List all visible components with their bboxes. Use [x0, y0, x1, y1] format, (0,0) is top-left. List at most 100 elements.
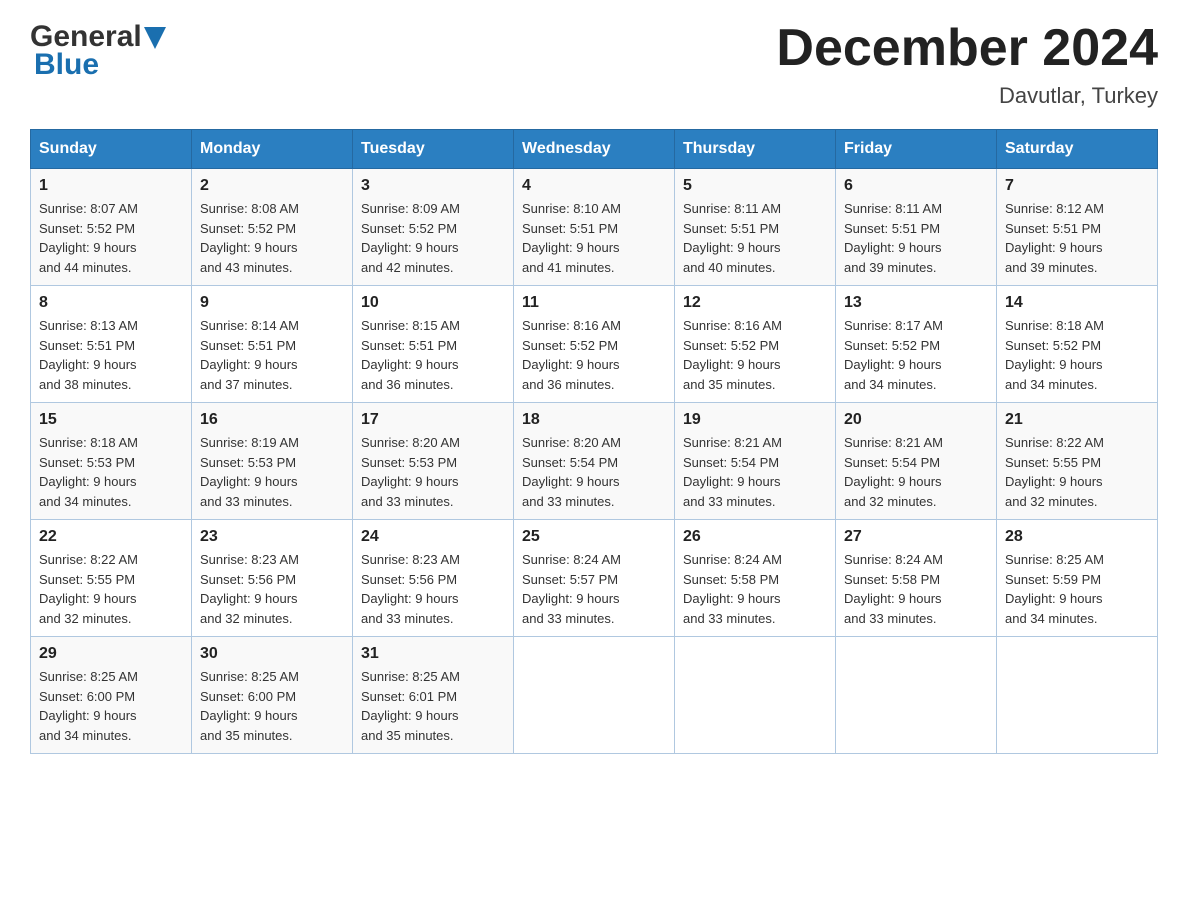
day-number: 29 — [39, 645, 183, 663]
day-info: Sunrise: 8:23 AM Sunset: 5:56 PM Dayligh… — [200, 550, 344, 628]
week-row-3: 15 Sunrise: 8:18 AM Sunset: 5:53 PM Dayl… — [31, 403, 1158, 520]
day-info: Sunrise: 8:08 AM Sunset: 5:52 PM Dayligh… — [200, 199, 344, 277]
day-number: 26 — [683, 528, 827, 546]
day-cell: 22 Sunrise: 8:22 AM Sunset: 5:55 PM Dayl… — [31, 520, 192, 637]
day-cell: 24 Sunrise: 8:23 AM Sunset: 5:56 PM Dayl… — [353, 520, 514, 637]
day-cell: 19 Sunrise: 8:21 AM Sunset: 5:54 PM Dayl… — [675, 403, 836, 520]
header-friday: Friday — [836, 130, 997, 169]
day-cell — [836, 637, 997, 754]
day-info: Sunrise: 8:07 AM Sunset: 5:52 PM Dayligh… — [39, 199, 183, 277]
day-number: 17 — [361, 411, 505, 429]
day-cell: 15 Sunrise: 8:18 AM Sunset: 5:53 PM Dayl… — [31, 403, 192, 520]
day-info: Sunrise: 8:20 AM Sunset: 5:53 PM Dayligh… — [361, 433, 505, 511]
day-info: Sunrise: 8:15 AM Sunset: 5:51 PM Dayligh… — [361, 316, 505, 394]
day-number: 16 — [200, 411, 344, 429]
day-cell: 30 Sunrise: 8:25 AM Sunset: 6:00 PM Dayl… — [192, 637, 353, 754]
day-number: 12 — [683, 294, 827, 312]
day-cell — [675, 637, 836, 754]
day-info: Sunrise: 8:12 AM Sunset: 5:51 PM Dayligh… — [1005, 199, 1149, 277]
day-cell: 31 Sunrise: 8:25 AM Sunset: 6:01 PM Dayl… — [353, 637, 514, 754]
day-info: Sunrise: 8:24 AM Sunset: 5:58 PM Dayligh… — [683, 550, 827, 628]
logo-blue-text: Blue — [34, 48, 99, 82]
day-info: Sunrise: 8:23 AM Sunset: 5:56 PM Dayligh… — [361, 550, 505, 628]
day-cell: 8 Sunrise: 8:13 AM Sunset: 5:51 PM Dayli… — [31, 286, 192, 403]
day-info: Sunrise: 8:20 AM Sunset: 5:54 PM Dayligh… — [522, 433, 666, 511]
calendar-body: 1 Sunrise: 8:07 AM Sunset: 5:52 PM Dayli… — [31, 169, 1158, 754]
day-number: 31 — [361, 645, 505, 663]
day-info: Sunrise: 8:18 AM Sunset: 5:52 PM Dayligh… — [1005, 316, 1149, 394]
day-cell: 26 Sunrise: 8:24 AM Sunset: 5:58 PM Dayl… — [675, 520, 836, 637]
day-info: Sunrise: 8:24 AM Sunset: 5:58 PM Dayligh… — [844, 550, 988, 628]
day-cell: 18 Sunrise: 8:20 AM Sunset: 5:54 PM Dayl… — [514, 403, 675, 520]
day-number: 2 — [200, 177, 344, 195]
day-number: 15 — [39, 411, 183, 429]
day-number: 21 — [1005, 411, 1149, 429]
day-cell: 16 Sunrise: 8:19 AM Sunset: 5:53 PM Dayl… — [192, 403, 353, 520]
day-cell: 29 Sunrise: 8:25 AM Sunset: 6:00 PM Dayl… — [31, 637, 192, 754]
day-cell: 5 Sunrise: 8:11 AM Sunset: 5:51 PM Dayli… — [675, 169, 836, 286]
month-title: December 2024 — [776, 20, 1158, 77]
day-cell: 20 Sunrise: 8:21 AM Sunset: 5:54 PM Dayl… — [836, 403, 997, 520]
day-number: 20 — [844, 411, 988, 429]
day-number: 7 — [1005, 177, 1149, 195]
day-info: Sunrise: 8:16 AM Sunset: 5:52 PM Dayligh… — [683, 316, 827, 394]
day-info: Sunrise: 8:25 AM Sunset: 5:59 PM Dayligh… — [1005, 550, 1149, 628]
day-cell: 11 Sunrise: 8:16 AM Sunset: 5:52 PM Dayl… — [514, 286, 675, 403]
day-cell: 14 Sunrise: 8:18 AM Sunset: 5:52 PM Dayl… — [997, 286, 1158, 403]
day-cell: 3 Sunrise: 8:09 AM Sunset: 5:52 PM Dayli… — [353, 169, 514, 286]
header-tuesday: Tuesday — [353, 130, 514, 169]
day-info: Sunrise: 8:22 AM Sunset: 5:55 PM Dayligh… — [1005, 433, 1149, 511]
day-info: Sunrise: 8:16 AM Sunset: 5:52 PM Dayligh… — [522, 316, 666, 394]
week-row-5: 29 Sunrise: 8:25 AM Sunset: 6:00 PM Dayl… — [31, 637, 1158, 754]
day-info: Sunrise: 8:25 AM Sunset: 6:00 PM Dayligh… — [200, 667, 344, 745]
day-number: 25 — [522, 528, 666, 546]
header-saturday: Saturday — [997, 130, 1158, 169]
day-info: Sunrise: 8:11 AM Sunset: 5:51 PM Dayligh… — [844, 199, 988, 277]
day-number: 1 — [39, 177, 183, 195]
page-header: General Blue December 2024 Davutlar, Tur… — [30, 20, 1158, 109]
day-cell: 27 Sunrise: 8:24 AM Sunset: 5:58 PM Dayl… — [836, 520, 997, 637]
day-info: Sunrise: 8:21 AM Sunset: 5:54 PM Dayligh… — [844, 433, 988, 511]
day-number: 22 — [39, 528, 183, 546]
header-wednesday: Wednesday — [514, 130, 675, 169]
day-cell: 28 Sunrise: 8:25 AM Sunset: 5:59 PM Dayl… — [997, 520, 1158, 637]
day-cell: 1 Sunrise: 8:07 AM Sunset: 5:52 PM Dayli… — [31, 169, 192, 286]
day-info: Sunrise: 8:13 AM Sunset: 5:51 PM Dayligh… — [39, 316, 183, 394]
header-monday: Monday — [192, 130, 353, 169]
day-number: 14 — [1005, 294, 1149, 312]
day-info: Sunrise: 8:21 AM Sunset: 5:54 PM Dayligh… — [683, 433, 827, 511]
day-cell: 25 Sunrise: 8:24 AM Sunset: 5:57 PM Dayl… — [514, 520, 675, 637]
day-cell: 2 Sunrise: 8:08 AM Sunset: 5:52 PM Dayli… — [192, 169, 353, 286]
location-title: Davutlar, Turkey — [776, 83, 1158, 109]
day-number: 27 — [844, 528, 988, 546]
day-number: 3 — [361, 177, 505, 195]
header-row: SundayMondayTuesdayWednesdayThursdayFrid… — [31, 130, 1158, 169]
logo-triangle-icon — [144, 27, 166, 49]
day-cell: 23 Sunrise: 8:23 AM Sunset: 5:56 PM Dayl… — [192, 520, 353, 637]
day-number: 10 — [361, 294, 505, 312]
day-number: 18 — [522, 411, 666, 429]
day-info: Sunrise: 8:24 AM Sunset: 5:57 PM Dayligh… — [522, 550, 666, 628]
week-row-2: 8 Sunrise: 8:13 AM Sunset: 5:51 PM Dayli… — [31, 286, 1158, 403]
day-info: Sunrise: 8:10 AM Sunset: 5:51 PM Dayligh… — [522, 199, 666, 277]
day-number: 24 — [361, 528, 505, 546]
day-info: Sunrise: 8:11 AM Sunset: 5:51 PM Dayligh… — [683, 199, 827, 277]
day-number: 4 — [522, 177, 666, 195]
day-number: 30 — [200, 645, 344, 663]
day-info: Sunrise: 8:17 AM Sunset: 5:52 PM Dayligh… — [844, 316, 988, 394]
day-number: 9 — [200, 294, 344, 312]
day-cell: 10 Sunrise: 8:15 AM Sunset: 5:51 PM Dayl… — [353, 286, 514, 403]
day-cell: 12 Sunrise: 8:16 AM Sunset: 5:52 PM Dayl… — [675, 286, 836, 403]
header-sunday: Sunday — [31, 130, 192, 169]
header-thursday: Thursday — [675, 130, 836, 169]
day-cell: 17 Sunrise: 8:20 AM Sunset: 5:53 PM Dayl… — [353, 403, 514, 520]
day-cell — [997, 637, 1158, 754]
day-info: Sunrise: 8:25 AM Sunset: 6:00 PM Dayligh… — [39, 667, 183, 745]
day-number: 13 — [844, 294, 988, 312]
title-block: December 2024 Davutlar, Turkey — [776, 20, 1158, 109]
day-cell — [514, 637, 675, 754]
day-cell: 6 Sunrise: 8:11 AM Sunset: 5:51 PM Dayli… — [836, 169, 997, 286]
day-info: Sunrise: 8:18 AM Sunset: 5:53 PM Dayligh… — [39, 433, 183, 511]
day-cell: 9 Sunrise: 8:14 AM Sunset: 5:51 PM Dayli… — [192, 286, 353, 403]
week-row-4: 22 Sunrise: 8:22 AM Sunset: 5:55 PM Dayl… — [31, 520, 1158, 637]
